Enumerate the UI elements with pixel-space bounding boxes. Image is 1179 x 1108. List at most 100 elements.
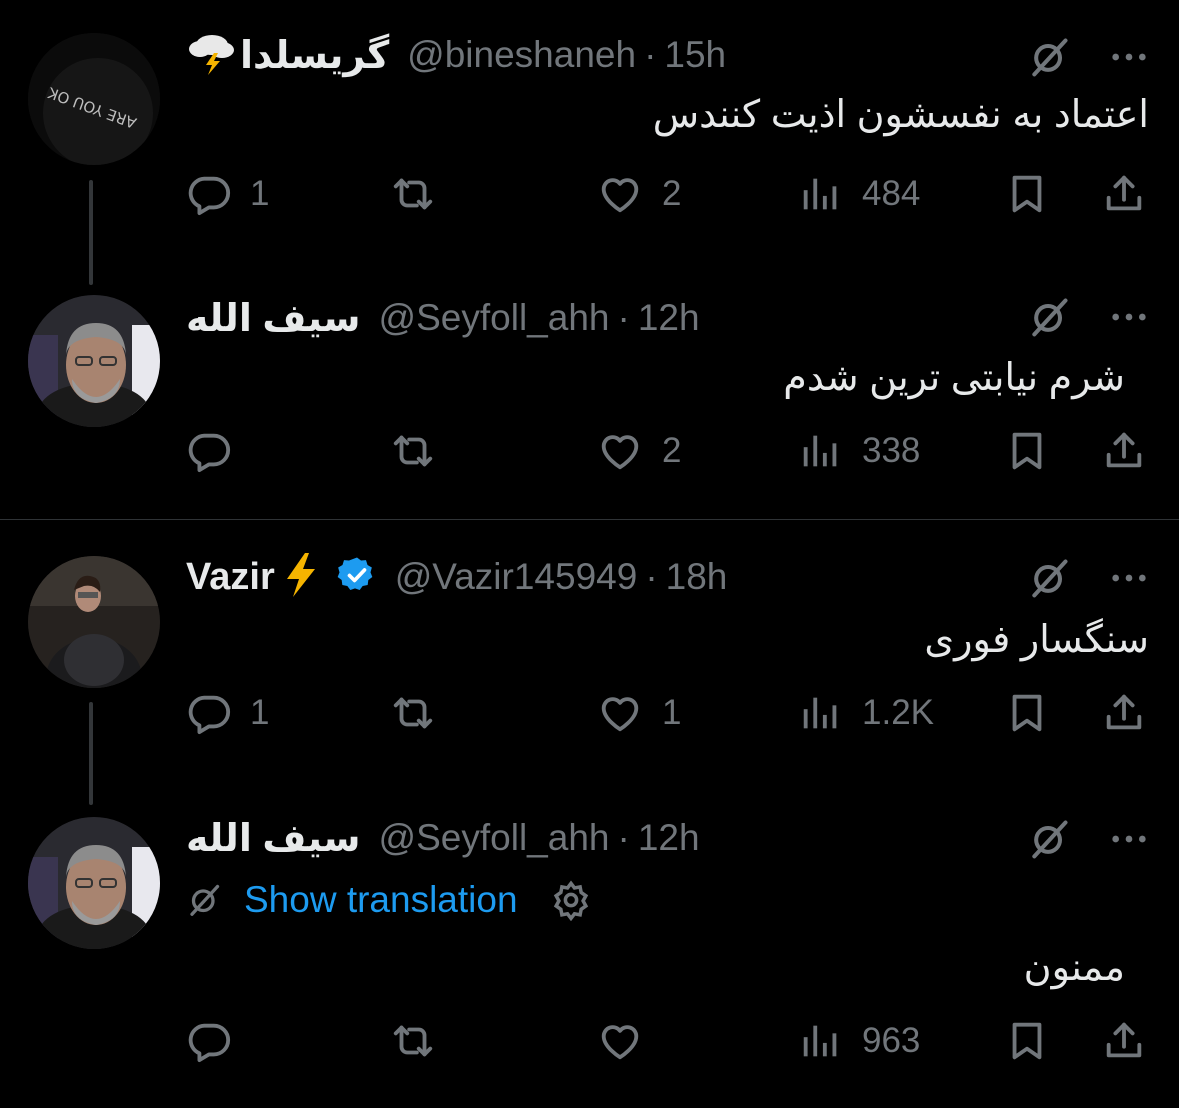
bookmark-icon [1004,428,1050,474]
tweet-3[interactable]: Vazir @Vazir145949 · 18h سنگسار فوری 1 1 [0,520,1179,805]
bookmark-button[interactable] [1004,1018,1050,1064]
like-count: 1 [662,693,682,732]
tweet-1[interactable]: ARE YOU OK گریسلدا @bineshaneh · 15h اعت… [0,0,1179,290]
thread-line [89,702,93,805]
display-name[interactable]: گریسلدا [240,33,389,78]
timestamp[interactable]: 12h [638,817,700,859]
views-count: 1.2K [862,693,934,732]
avatar[interactable] [28,817,160,949]
tweet-text: شرم نیابتی ترین شدم [783,357,1125,399]
action-bar: 963 [186,1018,1149,1074]
bookmark-icon [1004,690,1050,736]
handle[interactable]: @Seyfoll_ahh [379,297,610,339]
tweet-top-icons [1027,295,1149,339]
handle[interactable]: @bineshaneh [407,34,636,76]
bookmark-button[interactable] [1004,428,1050,474]
views-button[interactable]: 484 [798,171,920,217]
views-button[interactable]: 963 [798,1018,920,1064]
thread-line [89,180,93,285]
handle[interactable]: @Seyfoll_ahh [379,817,610,859]
show-translation-link[interactable]: Show translation [244,879,518,921]
grok-icon[interactable] [1027,556,1071,600]
more-icon[interactable] [1109,297,1149,337]
action-bar: 2 338 [186,428,1149,484]
avatar[interactable]: ARE YOU OK [28,33,160,165]
like-button[interactable]: 1 [596,690,681,736]
tweet-header: سیف الله @Seyfoll_ahh · 12h [186,813,700,863]
share-button[interactable] [1101,1018,1147,1064]
like-button[interactable] [596,1018,662,1064]
tweet-header: Vazir @Vazir145949 · 18h [186,552,727,602]
separator-dot: · [617,297,630,338]
lightning-icon [281,551,321,604]
bookmark-button[interactable] [1004,171,1050,217]
gear-icon[interactable] [550,879,592,921]
reply-button[interactable]: 1 [186,171,269,217]
reply-button[interactable]: 1 [186,690,269,736]
separator-dot: · [645,556,658,597]
separator-dot: · [617,817,630,858]
share-icon [1101,171,1147,217]
avatar[interactable] [28,556,160,688]
repost-button[interactable] [388,690,456,736]
grok-icon[interactable] [1027,295,1071,339]
bookmark-icon [1004,1018,1050,1064]
repost-button[interactable] [388,1018,456,1064]
avatar[interactable] [28,295,160,427]
verified-icon [337,555,377,600]
tweet-text: ممنون [1023,947,1125,989]
tweet-header: سیف الله @Seyfoll_ahh · 12h [186,293,700,343]
reply-count: 1 [250,693,270,732]
timestamp[interactable]: 15h [664,34,726,76]
handle[interactable]: @Vazir145949 [395,556,638,598]
more-icon[interactable] [1109,819,1149,859]
like-count: 2 [662,174,682,213]
share-button[interactable] [1101,428,1147,474]
like-icon [596,428,644,474]
reply-button[interactable] [186,428,250,474]
separator-dot: · [644,34,657,75]
repost-button[interactable] [388,428,456,474]
like-icon [596,690,644,736]
like-icon [596,171,644,217]
like-count: 2 [662,431,682,470]
display-name[interactable]: سیف الله [186,296,361,341]
tweet-2[interactable]: سیف الله @Seyfoll_ahh · 12h شرم نیابتی ت… [0,290,1179,520]
cloud-lightning-icon [186,31,236,80]
like-button[interactable]: 2 [596,428,681,474]
grok-icon[interactable] [1027,35,1071,79]
action-bar: 1 2 484 [186,165,1149,221]
tweet-top-icons [1027,556,1149,600]
repost-button[interactable] [388,171,456,217]
views-count: 963 [862,1021,921,1060]
reply-icon [186,428,232,474]
bookmark-button[interactable] [1004,690,1050,736]
share-button[interactable] [1101,690,1147,736]
reply-icon [186,171,232,217]
share-icon [1101,428,1147,474]
reply-button[interactable] [186,1018,250,1064]
tweet-top-icons [1027,35,1149,79]
reply-count: 1 [250,174,270,213]
share-icon [1101,1018,1147,1064]
views-button[interactable]: 1.2K [798,690,934,736]
repost-icon [388,690,438,736]
share-icon [1101,690,1147,736]
tweet-4[interactable]: سیف الله @Seyfoll_ahh · 12h Show transla… [0,805,1179,1108]
grok-icon[interactable] [1027,817,1071,861]
like-button[interactable]: 2 [596,171,681,217]
display-name[interactable]: Vazir [186,556,275,599]
action-bar: 1 1 1.2K [186,690,1149,746]
tweet-top-icons [1027,817,1149,861]
tweet-text: اعتماد به نفسشون اذیت کنندس [652,94,1149,136]
display-name[interactable]: سیف الله [186,816,361,861]
timestamp[interactable]: 18h [666,556,728,598]
views-button[interactable]: 338 [798,428,920,474]
more-icon[interactable] [1109,37,1149,77]
views-icon [798,1018,844,1064]
bookmark-icon [1004,171,1050,217]
more-icon[interactable] [1109,558,1149,598]
timestamp[interactable]: 12h [638,297,700,339]
tweet-text: سنگسار فوری [924,619,1149,661]
share-button[interactable] [1101,171,1147,217]
